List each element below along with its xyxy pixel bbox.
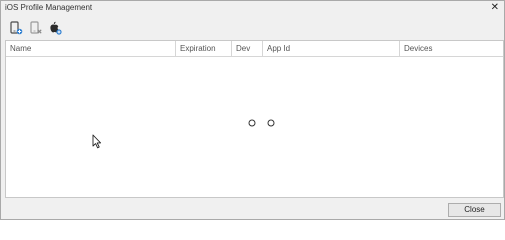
column-header-name[interactable]: Name <box>6 41 176 56</box>
column-header-dev[interactable]: Dev <box>232 41 263 56</box>
apple-add-icon <box>50 21 62 35</box>
add-profile-button[interactable] <box>9 21 23 35</box>
window-title: iOS Profile Management <box>5 3 93 12</box>
remove-profile-button[interactable] <box>29 21 43 35</box>
window-close-icon[interactable]: ✕ <box>491 2 499 14</box>
column-header-expiration[interactable]: Expiration <box>176 41 232 56</box>
profile-management-dialog: iOS Profile Management ✕ Name Expiration… <box>0 0 505 220</box>
close-button[interactable]: Close <box>448 203 501 217</box>
toolbar <box>1 16 504 39</box>
column-header-devices[interactable]: Devices <box>400 41 503 56</box>
remove-device-icon <box>30 21 42 34</box>
table-header: Name Expiration Dev App Id Devices <box>6 41 503 57</box>
add-device-icon <box>10 21 23 35</box>
title-bar: iOS Profile Management ✕ <box>1 1 504 16</box>
import-apple-profile-button[interactable] <box>48 21 62 35</box>
loading-spinner-icon <box>248 119 275 127</box>
mouse-pointer-icon <box>92 134 102 149</box>
profiles-table[interactable]: Name Expiration Dev App Id Devices <box>5 40 504 198</box>
dialog-footer: Close <box>1 200 504 219</box>
column-header-app-id[interactable]: App Id <box>263 41 400 56</box>
